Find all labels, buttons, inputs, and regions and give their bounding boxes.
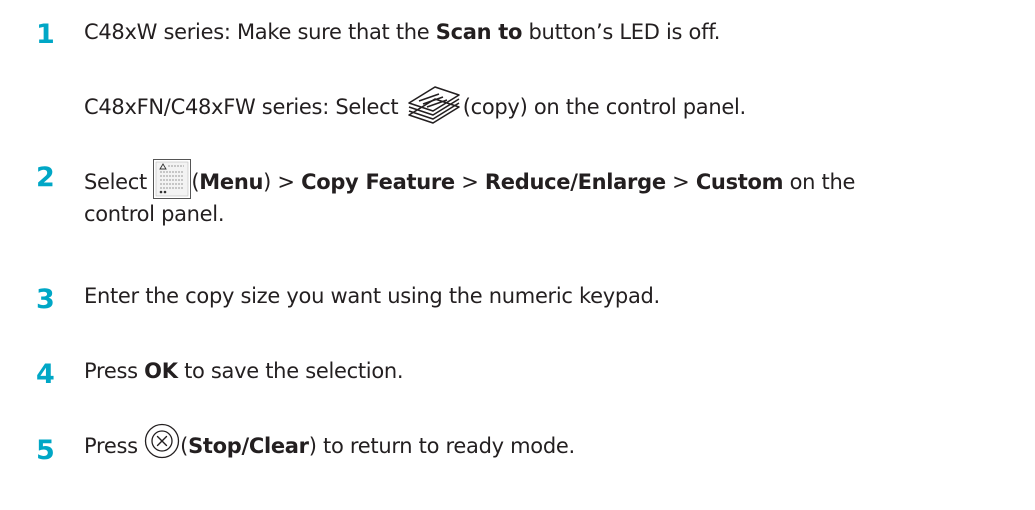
step-4-text-suffix: to save the selection.: [177, 359, 404, 383]
menu-paren-close: ): [263, 170, 272, 194]
step-2-line-2: control panel.: [84, 202, 225, 226]
custom-label: Custom: [695, 170, 784, 194]
path-separator: >: [271, 170, 302, 194]
stop-clear-label: Stop/Clear: [188, 434, 309, 458]
step-2-text-prefix: Select: [84, 170, 154, 194]
reduce-enlarge-label: Reduce/Enlarge: [484, 170, 666, 194]
step-4-line: Press OK to save the selection.: [84, 357, 404, 385]
step-number-3: 3: [36, 284, 55, 315]
step-1-line-2-prefix: C48xFN/C48xFW series: Select: [84, 95, 405, 119]
path-separator: >: [454, 170, 485, 194]
step-number-4: 4: [36, 359, 55, 390]
copy-feature-label: Copy Feature: [301, 170, 455, 194]
step-5-text-prefix: Press: [84, 434, 145, 458]
step-3-line: Enter the copy size you want using the n…: [84, 284, 660, 308]
stop-clear-icon: [144, 423, 180, 459]
step-1-text-prefix: C48xW series: Make sure that the: [84, 20, 436, 44]
step-1-line-2-suffix: (copy) on the control panel.: [462, 95, 747, 119]
step-1-line-2: C48xFN/C48xFW series: Select (copy) on t…: [84, 85, 747, 128]
instruction-steps: 1 C48xW series: Make sure that the Scan …: [0, 0, 1035, 510]
step-2-text-suffix: on the: [783, 170, 856, 194]
menu-icon: [153, 159, 192, 199]
step-number-2: 2: [36, 162, 55, 193]
ok-label: OK: [144, 359, 178, 383]
step-5-text-suffix: to return to ready mode.: [316, 434, 575, 458]
stop-paren-close: ): [308, 434, 317, 458]
step-5-line: Press (Stop/Clear) to return to ready mo…: [84, 423, 575, 465]
stop-paren-open: (: [180, 434, 189, 458]
menu-label: Menu: [199, 170, 264, 194]
step-number-1: 1: [36, 19, 55, 50]
step-4-text-prefix: Press: [84, 359, 145, 383]
step-2-line-1: Select (Menu) > Copy Feature > Reduce/En…: [84, 159, 856, 203]
step-1-text-suffix: button’s LED is off.: [522, 20, 721, 44]
step-number-5: 5: [36, 435, 55, 466]
scan-to-label: Scan to: [435, 20, 523, 44]
step-1-line-1: C48xW series: Make sure that the Scan to…: [84, 18, 720, 46]
copy-icon: [405, 85, 463, 125]
path-separator: >: [665, 170, 696, 194]
